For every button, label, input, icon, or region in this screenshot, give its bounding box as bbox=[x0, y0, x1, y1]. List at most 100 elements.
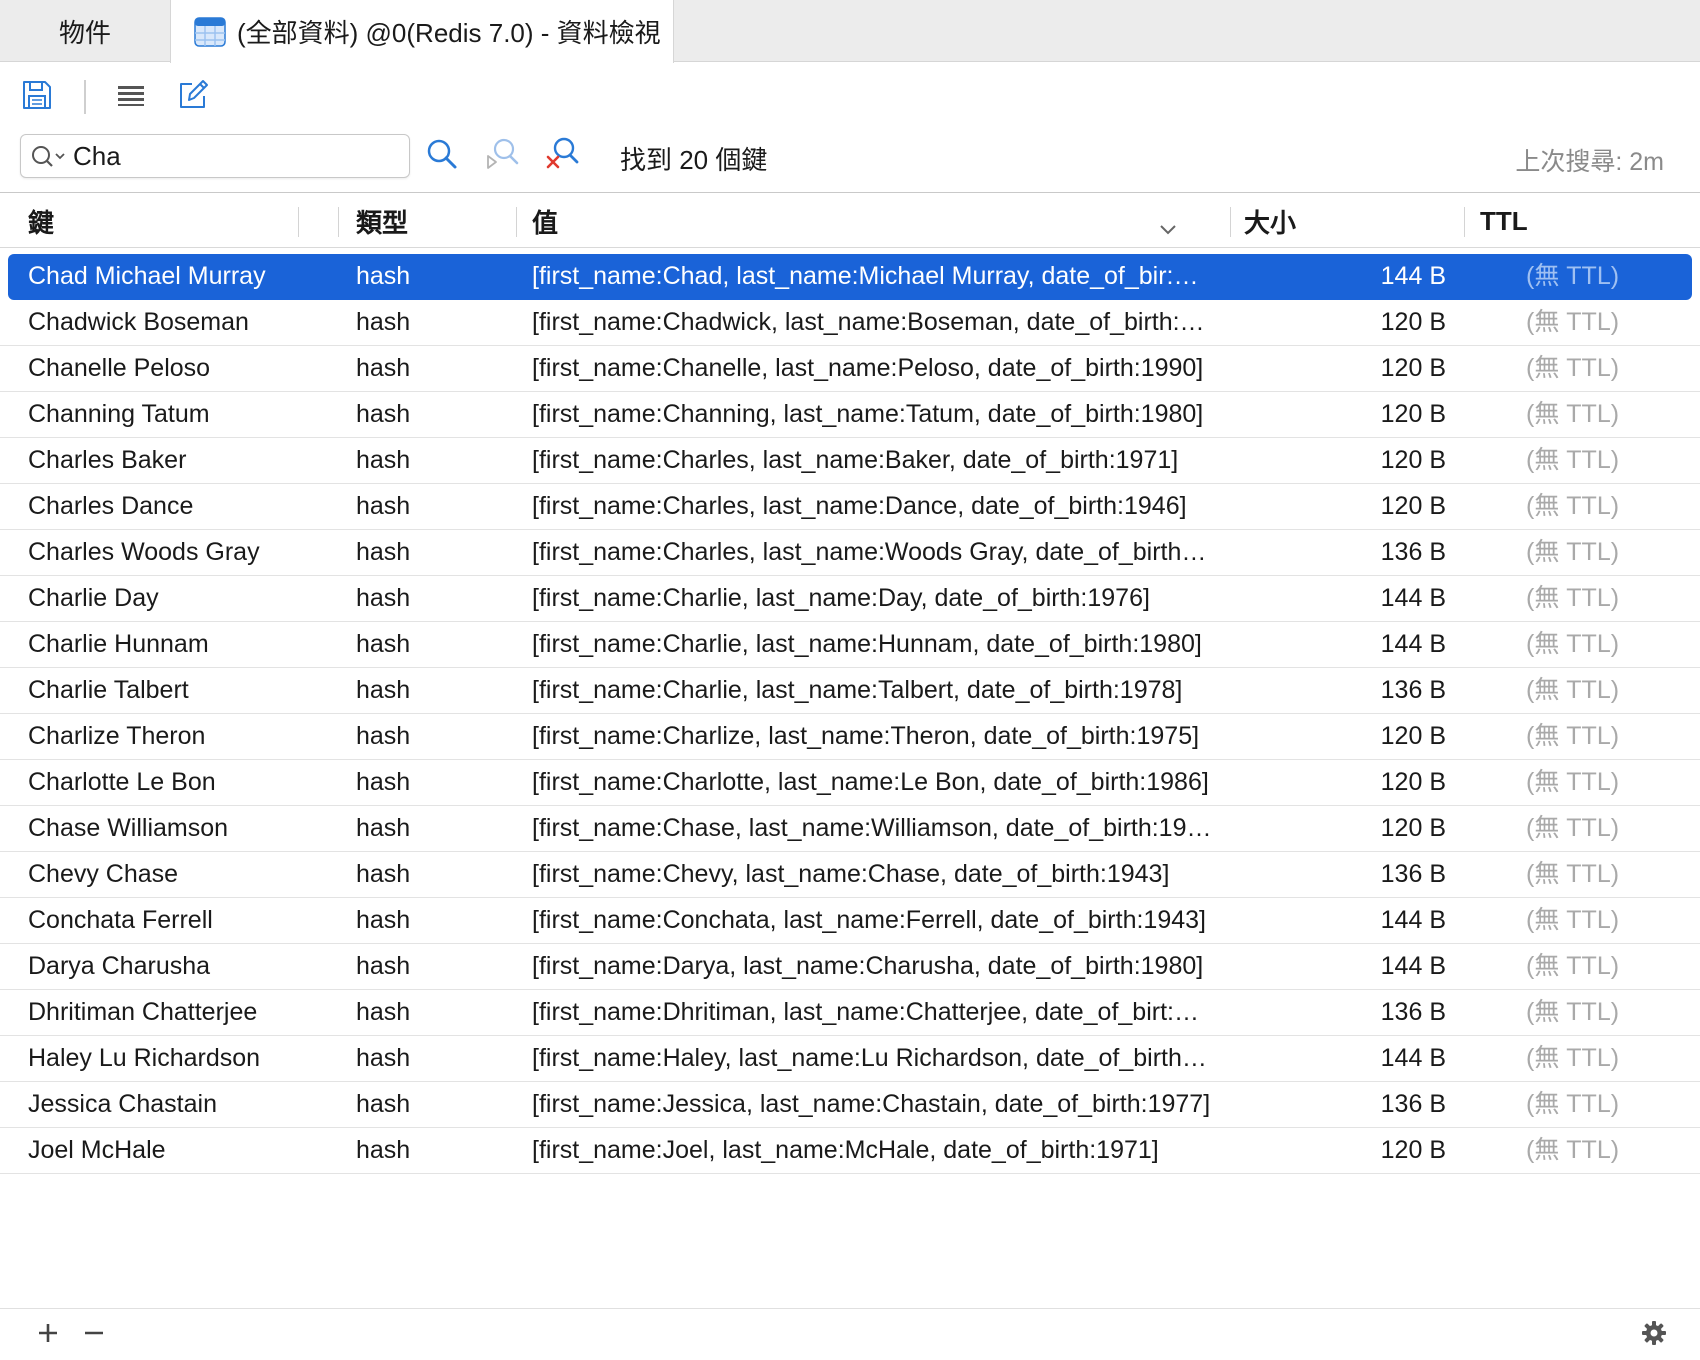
table-row[interactable]: Channing Tatum hash [first_name:Channing, … bbox=[0, 392, 1700, 438]
column-header-type[interactable]: 類型 bbox=[356, 193, 408, 249]
table-row[interactable]: Darya Charusha hash [first_name:Darya, las… bbox=[0, 944, 1700, 990]
table-row[interactable]: Haley Lu Richardson hash [first_name:Haley… bbox=[0, 1036, 1700, 1082]
column-divider[interactable] bbox=[516, 207, 517, 237]
row-type-cell: hash bbox=[356, 308, 411, 336]
row-ttl-cell: (無 TTL) bbox=[1526, 860, 1620, 888]
row-key-cell: Darya Charusha bbox=[28, 952, 211, 980]
row-key-cell: Charlie Day bbox=[28, 584, 159, 612]
list-icon bbox=[115, 79, 147, 116]
row-ttl-cell: (無 TTL) bbox=[1526, 538, 1620, 566]
column-header-ttl[interactable]: TTL bbox=[1480, 193, 1528, 249]
column-header-size[interactable]: 大小 bbox=[1244, 193, 1296, 249]
row-value-cell: [first_name:Conchata, last_name:Ferrell,… bbox=[532, 906, 1206, 934]
search-button[interactable] bbox=[424, 138, 460, 174]
list-view-button[interactable] bbox=[112, 78, 150, 116]
edit-button[interactable] bbox=[174, 78, 212, 116]
row-size-cell: 144 B bbox=[1380, 1044, 1446, 1072]
row-value-cell: [first_name:Charlie, last_name:Hunnam, d… bbox=[532, 630, 1202, 658]
table-row[interactable]: Charlie Hunnam hash [first_name:Charlie, l… bbox=[0, 622, 1700, 668]
row-value-cell: [first_name:Joel, last_name:McHale, date… bbox=[532, 1136, 1159, 1164]
row-value-cell: [first_name:Chase, last_name:Williamson,… bbox=[532, 814, 1212, 842]
row-type-cell: hash bbox=[356, 722, 411, 750]
search-box bbox=[20, 134, 410, 178]
plus-icon bbox=[36, 1321, 60, 1350]
row-value-cell: [first_name:Charles, last_name:Woods Gra… bbox=[532, 538, 1212, 566]
row-value-cell: [first_name:Jessica, last_name:Chastain,… bbox=[532, 1090, 1211, 1118]
table-row[interactable]: Chanelle Peloso hash [first_name:Chanelle,… bbox=[0, 346, 1700, 392]
row-key-cell: Charlize Theron bbox=[28, 722, 206, 750]
search-input[interactable] bbox=[73, 139, 403, 173]
row-size-cell: 136 B bbox=[1380, 1090, 1446, 1118]
row-type-cell: hash bbox=[356, 584, 411, 612]
column-divider[interactable] bbox=[1464, 207, 1465, 237]
tab-data-view[interactable]: (全部資料) @0(Redis 7.0) - 資料檢視 bbox=[170, 0, 674, 63]
clear-search-icon bbox=[544, 136, 580, 177]
row-ttl-cell: (無 TTL) bbox=[1526, 814, 1620, 842]
remove-key-button[interactable] bbox=[76, 1317, 112, 1353]
find-next-icon bbox=[484, 136, 520, 177]
table-row[interactable]: Chevy Chase hash [first_name:Chevy, last_n… bbox=[0, 852, 1700, 898]
row-value-cell: [first_name:Charlize, last_name:Theron, … bbox=[532, 722, 1200, 750]
table-row[interactable]: Charles Baker hash [first_name:Charles, la… bbox=[0, 438, 1700, 484]
row-key-cell: Chad Michael Murray bbox=[28, 262, 266, 290]
row-ttl-cell: (無 TTL) bbox=[1526, 676, 1620, 704]
table-row[interactable]: Charlize Theron hash [first_name:Charlize,… bbox=[0, 714, 1700, 760]
search-options-dropdown[interactable] bbox=[29, 142, 69, 172]
table-row[interactable]: Chadwick Boseman hash [first_name:Chadwick… bbox=[0, 300, 1700, 346]
row-key-cell: Charles Woods Gray bbox=[28, 538, 260, 566]
row-value-cell: [first_name:Chad, last_name:Michael Murr… bbox=[532, 262, 1199, 290]
row-ttl-cell: (無 TTL) bbox=[1526, 1136, 1620, 1164]
row-ttl-cell: (無 TTL) bbox=[1526, 262, 1620, 290]
column-divider[interactable] bbox=[298, 207, 299, 237]
table-row[interactable]: Charlie Day hash [first_name:Charlie, last… bbox=[0, 576, 1700, 622]
row-type-cell: hash bbox=[356, 492, 411, 520]
column-header-key[interactable]: 鍵 bbox=[28, 193, 54, 249]
row-ttl-cell: (無 TTL) bbox=[1526, 308, 1620, 336]
row-value-cell: [first_name:Channing, last_name:Tatum, d… bbox=[532, 400, 1204, 428]
row-ttl-cell: (無 TTL) bbox=[1526, 1044, 1620, 1072]
table-row[interactable]: Dhritiman Chatterjee hash [first_name:Dhri… bbox=[0, 990, 1700, 1036]
last-search-time: 上次搜尋: 2m bbox=[1515, 148, 1664, 176]
clear-search-button[interactable] bbox=[544, 136, 580, 177]
row-size-cell: 136 B bbox=[1380, 538, 1446, 566]
row-key-cell: Joel McHale bbox=[28, 1136, 166, 1164]
table-row[interactable]: Charlotte Le Bon hash [first_name:Charlott… bbox=[0, 760, 1700, 806]
column-divider[interactable] bbox=[338, 207, 339, 237]
table-row[interactable]: Charles Woods Gray hash [first_name:Charle… bbox=[0, 530, 1700, 576]
table-row[interactable]: Charles Dance hash [first_name:Charles, la… bbox=[0, 484, 1700, 530]
table-row[interactable]: Joel McHale hash [first_name:Joel, last_na… bbox=[0, 1128, 1700, 1174]
chevron-down-icon bbox=[1158, 213, 1178, 244]
save-button[interactable] bbox=[18, 78, 56, 116]
column-divider[interactable] bbox=[1230, 207, 1231, 237]
row-size-cell: 120 B bbox=[1380, 1136, 1446, 1164]
row-type-cell: hash bbox=[356, 262, 411, 290]
row-type-cell: hash bbox=[356, 952, 411, 980]
row-value-cell: [first_name:Dhritiman, last_name:Chatter… bbox=[532, 998, 1199, 1026]
row-size-cell: 120 B bbox=[1380, 722, 1446, 750]
table-row[interactable]: Chase Williamson hash [first_name:Chase, l… bbox=[0, 806, 1700, 852]
table-row[interactable]: Chad Michael Murray hash [first_name:Chad,… bbox=[8, 254, 1692, 300]
row-size-cell: 144 B bbox=[1380, 906, 1446, 934]
save-icon bbox=[20, 78, 54, 117]
row-key-cell: Channing Tatum bbox=[28, 400, 210, 428]
row-size-cell: 120 B bbox=[1380, 354, 1446, 382]
table-row[interactable]: Charlie Talbert hash [first_name:Charlie, … bbox=[0, 668, 1700, 714]
row-type-cell: hash bbox=[356, 860, 411, 888]
column-key-label: 鍵 bbox=[28, 207, 55, 238]
column-size-label: 大小 bbox=[1244, 207, 1297, 238]
row-key-cell: Charles Dance bbox=[28, 492, 194, 520]
row-value-cell: [first_name:Charlie, last_name:Day, date… bbox=[532, 584, 1150, 612]
row-ttl-cell: (無 TTL) bbox=[1526, 952, 1620, 980]
tab-objects[interactable]: 物件 bbox=[0, 0, 170, 62]
column-header-value[interactable]: 值 bbox=[532, 193, 1182, 249]
tab-bar: 物件 (全部資料) @0(Redis 7.0) - 資料檢視 bbox=[0, 0, 1700, 63]
settings-button[interactable] bbox=[1636, 1317, 1672, 1353]
find-next-button[interactable] bbox=[484, 138, 520, 174]
row-value-cell: [first_name:Charlotte, last_name:Le Bon,… bbox=[532, 768, 1209, 796]
table-row[interactable]: Conchata Ferrell hash [first_name:Conchata… bbox=[0, 898, 1700, 944]
row-value-cell: [first_name:Chanelle, last_name:Peloso, … bbox=[532, 354, 1204, 382]
toolbar bbox=[0, 62, 1700, 132]
row-type-cell: hash bbox=[356, 630, 411, 658]
table-row[interactable]: Jessica Chastain hash [first_name:Jessica,… bbox=[0, 1082, 1700, 1128]
add-key-button[interactable] bbox=[30, 1317, 66, 1353]
